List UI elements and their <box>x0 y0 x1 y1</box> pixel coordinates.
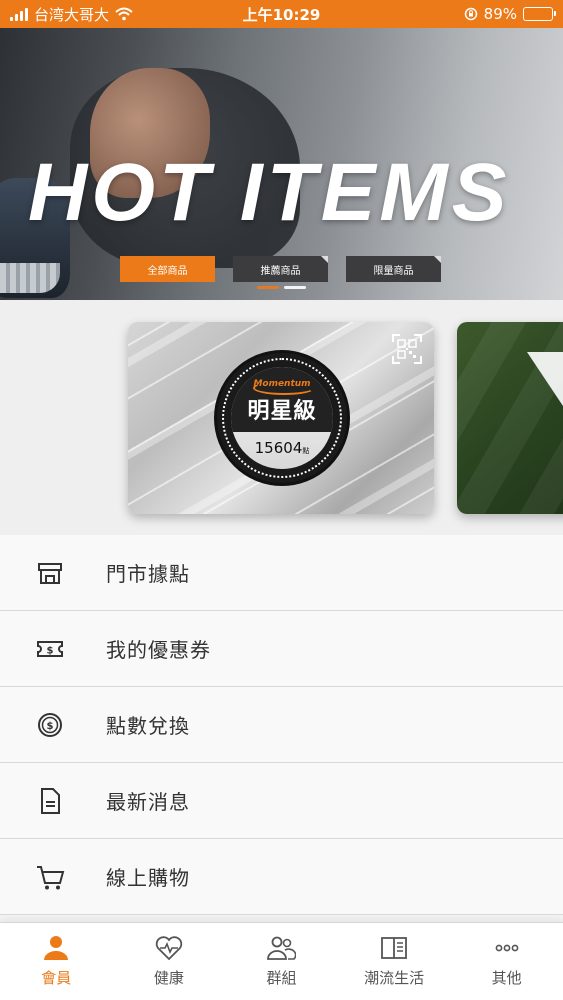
points-value: 15604 <box>254 439 303 457</box>
nav-health[interactable]: 健康 <box>113 923 226 1000</box>
nav-label: 會員 <box>41 969 72 987</box>
group-icon <box>267 936 297 960</box>
menu-item-online-shopping[interactable]: 線上購物 <box>0 839 563 915</box>
banner-title: HOT ITEMS <box>28 147 511 238</box>
rotation-lock-icon <box>464 7 477 21</box>
next-member-card[interactable] <box>457 322 563 514</box>
document-icon <box>41 787 60 814</box>
brand-logo: Momentum <box>231 379 333 395</box>
menu-item-label: 線上購物 <box>106 866 190 890</box>
nav-more[interactable]: 其他 <box>450 923 563 1000</box>
nav-member[interactable]: 會員 <box>0 923 113 1000</box>
member-card[interactable]: Momentum 明星級 15604點 <box>128 322 434 514</box>
nav-label: 群組 <box>266 969 297 987</box>
carrier-name: 台湾大哥大 <box>34 5 110 24</box>
hot-items-banner[interactable]: HOT ITEMS 全部商品 推薦商品 限量商品 <box>0 28 563 300</box>
menu-item-label: 最新消息 <box>106 790 190 814</box>
menu-item-label: 我的優惠券 <box>106 638 211 662</box>
menu-item-label: 點數兌換 <box>106 714 190 738</box>
banner-shoe-sole <box>0 263 60 293</box>
battery-percent: 89% <box>483 5 517 23</box>
svg-text:$: $ <box>47 645 54 656</box>
status-right: 89% <box>464 5 556 23</box>
store-icon <box>38 562 62 584</box>
member-icon <box>44 936 69 960</box>
coin-icon: $ <box>38 712 62 737</box>
nav-lifestyle[interactable]: 潮流生活 <box>338 923 451 1000</box>
pagination-dot-active[interactable] <box>257 286 279 289</box>
member-tier: 明星級 <box>247 399 317 424</box>
wifi-icon <box>115 7 133 21</box>
nav-group[interactable]: 群組 <box>225 923 338 1000</box>
signal-icon <box>10 7 28 21</box>
member-points: 15604點 <box>231 439 333 457</box>
menu-item-stores[interactable]: 門市據點 <box>0 535 563 611</box>
menu-item-coupons[interactable]: $ 我的優惠券 <box>0 611 563 687</box>
bottom-nav: 會員 健康 群組 潮流生活 其他 <box>0 922 563 1000</box>
book-icon <box>381 937 407 959</box>
coupon-icon: $ <box>37 640 63 657</box>
points-unit: 點 <box>302 447 310 455</box>
status-left: 台湾大哥大 <box>10 4 464 25</box>
menu-item-label: 門市據點 <box>106 562 190 586</box>
card-triangle-icon <box>527 352 563 412</box>
pagination-dot[interactable] <box>284 286 306 289</box>
tab-all-products[interactable]: 全部商品 <box>120 256 215 282</box>
qr-code-icon[interactable] <box>392 334 422 364</box>
nav-label: 潮流生活 <box>364 969 425 987</box>
tab-limited-products[interactable]: 限量商品 <box>346 256 441 282</box>
status-bar: 台湾大哥大 上午10:29 89% <box>0 0 563 28</box>
tab-recommended-products[interactable]: 推薦商品 <box>233 256 328 282</box>
member-card-carousel[interactable]: Momentum 明星級 15604點 <box>0 300 563 535</box>
menu-item-points-exchange[interactable]: $ 點數兌換 <box>0 687 563 763</box>
cart-icon <box>37 865 65 889</box>
badge-inner: Momentum 明星級 15604點 <box>231 367 333 469</box>
banner-tabs: 全部商品 推薦商品 限量商品 <box>120 256 441 282</box>
nav-label: 其他 <box>491 969 522 987</box>
tier-badge: Momentum 明星級 15604點 <box>214 350 350 486</box>
heart-pulse-icon <box>155 936 183 961</box>
main-menu: 門市據點 $ 我的優惠券 $ 點數兌換 最新消息 線上購物 <box>0 535 563 915</box>
more-icon <box>495 944 519 952</box>
menu-item-news[interactable]: 最新消息 <box>0 763 563 839</box>
banner-pagination <box>257 286 306 289</box>
svg-text:$: $ <box>47 721 54 732</box>
nav-label: 健康 <box>153 969 184 987</box>
battery-icon <box>523 7 556 21</box>
